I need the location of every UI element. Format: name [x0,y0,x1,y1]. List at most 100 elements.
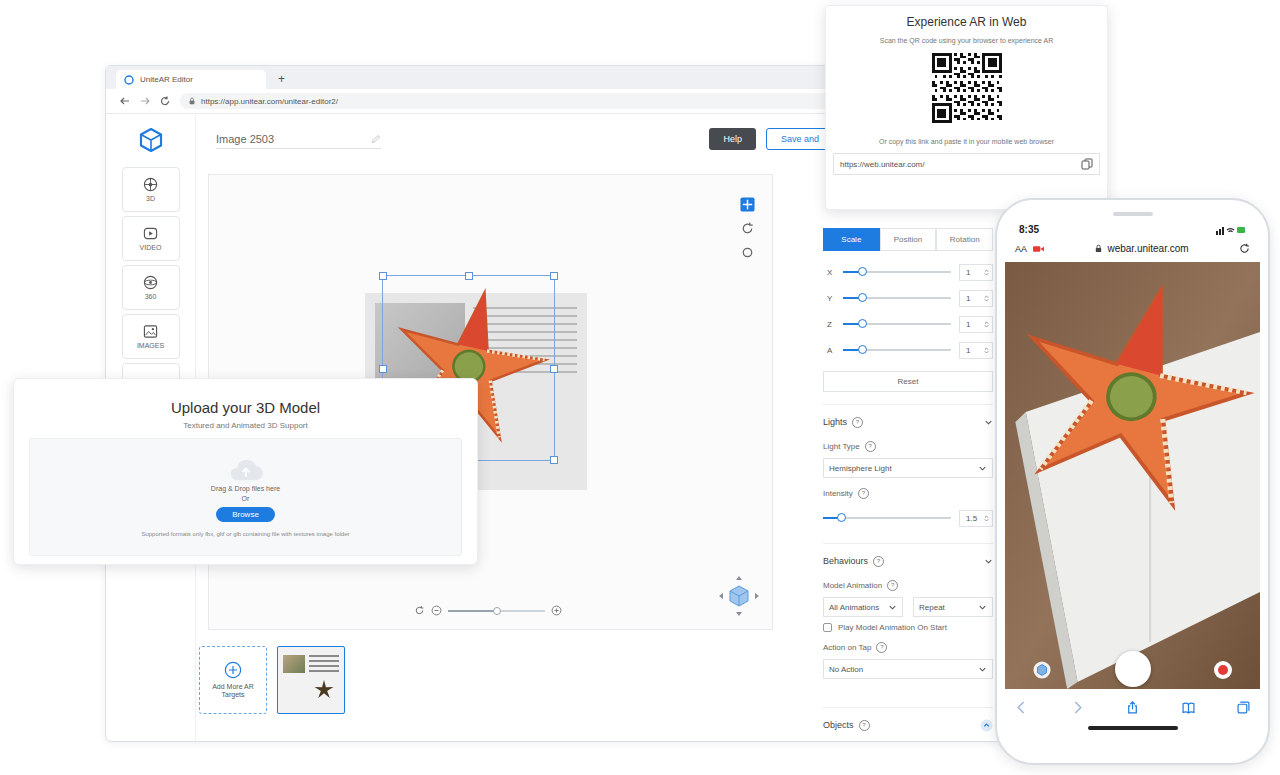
spinner-icon[interactable] [984,320,989,329]
light-type-select[interactable]: Hemisphere Light [823,458,993,478]
slider-knob[interactable] [837,513,846,522]
zoom-slider[interactable] [448,610,545,612]
resize-handle[interactable] [550,272,558,280]
intensity-value: 1.5 [966,514,977,523]
axis-slider[interactable] [843,271,951,273]
section-title: Objects [823,720,854,730]
resize-handle[interactable] [465,272,473,280]
browse-button[interactable]: Browse [216,507,275,522]
spinner-icon[interactable] [984,514,989,523]
reload-icon[interactable] [160,96,170,106]
slider-knob[interactable] [858,345,867,354]
resize-handle[interactable] [379,365,387,373]
section-header[interactable]: Objects? [823,716,993,734]
help-icon[interactable]: ? [873,556,884,567]
spinner-icon[interactable] [984,294,989,303]
share-icon[interactable] [1126,701,1139,714]
new-tab-button[interactable]: + [278,72,285,86]
animation-select[interactable]: All Animations [823,597,903,617]
sidebar-item[interactable]: 360 [122,265,180,310]
resize-handle[interactable] [550,365,558,373]
rotate-icon[interactable] [740,221,755,236]
axis-input[interactable]: 1 [959,316,993,333]
spinner-icon[interactable] [984,346,989,355]
text-line [309,655,339,657]
axis-slider[interactable] [843,349,951,351]
resize-handle[interactable] [379,272,387,280]
browser-tab[interactable]: UniteAR Editor [116,70,266,89]
tabs-icon[interactable] [1237,701,1250,714]
intensity-slider[interactable] [823,517,951,519]
capture-button[interactable] [1115,651,1151,687]
loop-select[interactable]: Repeat [913,597,993,617]
zoom-out-icon[interactable] [431,605,442,616]
axis-input[interactable]: 1 [959,342,993,359]
help-icon[interactable]: ? [887,580,898,591]
sidebar-item[interactable]: IMAGES [122,314,180,359]
slider-knob[interactable] [858,319,867,328]
sidebar-item[interactable]: 3D [122,167,180,212]
sidebar-item[interactable]: VIDEO [122,216,180,261]
target-thumbnail[interactable] [277,646,345,714]
help-icon[interactable]: ? [865,441,876,452]
project-title: Image 2503 [216,133,274,145]
scale-icon[interactable] [740,245,755,260]
transform-tab[interactable]: Position [880,228,937,251]
collapse-icon[interactable] [980,719,993,732]
link-field[interactable]: https://web.unitear.com/ [833,153,1100,175]
intensity-row: 1.5 [823,505,993,531]
drop-zone[interactable]: Drag & Drop files hereOrBrowseSupported … [29,438,462,556]
move-icon[interactable] [740,197,755,212]
help-button[interactable]: Help [709,128,756,150]
text-line [309,660,339,662]
action-select[interactable]: No Action [823,659,993,679]
zoom-in-icon[interactable] [551,605,562,616]
slider-knob[interactable] [858,293,867,302]
section-header[interactable]: Lights? [823,413,993,431]
back-icon[interactable] [1015,701,1028,714]
bookmarks-icon[interactable] [1182,701,1195,714]
transform-tabs: ScalePositionRotation [823,228,993,251]
add-target-button[interactable]: Add More AR Targets [199,646,267,714]
page: UniteAR Editor+https://app.unitear.com/u… [0,0,1280,775]
play-on-start-checkbox[interactable] [823,623,832,632]
back-icon[interactable] [120,96,130,106]
view-cube-icon[interactable] [716,573,762,619]
field-label: Action on Tap? [823,642,993,653]
record-button[interactable] [1214,661,1232,679]
axis-input[interactable]: 1 [959,290,993,307]
help-icon[interactable]: ? [876,642,887,653]
axis-label: Z [823,320,843,329]
reset-view-icon[interactable] [414,605,425,616]
phone-speaker [1113,212,1153,216]
intensity-input[interactable]: 1.5 [959,510,993,527]
forward-icon[interactable] [140,96,150,106]
zoom-knob[interactable] [493,607,501,615]
resize-handle[interactable] [550,456,558,464]
3d-view-icon[interactable] [1033,661,1051,679]
transform-tab[interactable]: Scale [823,228,880,251]
play-on-start-row[interactable]: Play Model Animation On Start [823,623,993,632]
help-icon[interactable]: ? [852,417,863,428]
section-header[interactable]: Behaviours? [823,552,993,570]
reload-icon[interactable] [1239,243,1250,254]
axis-input[interactable]: 1 [959,264,993,281]
field-label: Light Type? [823,441,993,452]
slider-knob[interactable] [858,267,867,276]
pencil-icon[interactable] [371,134,381,144]
reset-button[interactable]: Reset [823,371,993,392]
axis-value: 1 [966,268,970,277]
help-icon[interactable]: ? [858,488,869,499]
help-icon[interactable]: ? [859,720,870,731]
transform-tab[interactable]: Rotation [936,228,993,251]
axis-slider[interactable] [843,323,951,325]
copy-icon[interactable] [1081,158,1093,170]
spinner-icon[interactable] [984,268,989,277]
phone-url[interactable]: webar.unitear.com [1050,243,1233,254]
save-button[interactable]: Save and [766,128,834,150]
project-title-field[interactable]: Image 2503 [216,130,381,149]
logo-icon[interactable] [138,127,164,153]
axis-slider[interactable] [843,297,951,299]
forward-icon[interactable] [1071,701,1084,714]
text-size-button[interactable]: AA [1015,244,1027,254]
